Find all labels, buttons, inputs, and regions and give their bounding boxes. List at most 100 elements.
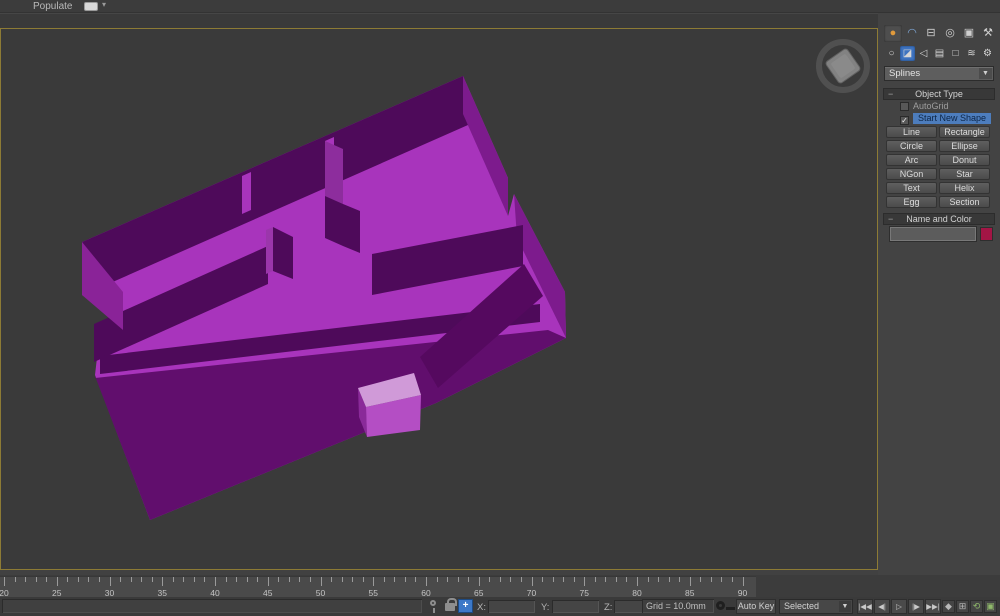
- perspective-viewport[interactable]: [0, 28, 878, 570]
- previous-frame-button[interactable]: ◀|: [874, 599, 890, 614]
- grid-spacing-readout: Grid = 10.0mm: [642, 599, 714, 613]
- zoom-extents-button[interactable]: ⊞: [956, 600, 969, 613]
- ruler-tick: [637, 577, 638, 586]
- selection-lock-icon[interactable]: [445, 598, 457, 611]
- spline-button-text[interactable]: Text: [886, 182, 937, 194]
- spline-button-line[interactable]: Line: [886, 126, 937, 138]
- start-new-shape-button[interactable]: Start New Shape: [913, 113, 992, 124]
- populate-menu-item[interactable]: Populate: [33, 1, 72, 12]
- scene-canvas[interactable]: [1, 29, 877, 569]
- ruler-tick: [67, 577, 69, 582]
- autogrid-row: AutoGrid: [900, 101, 949, 112]
- spline-button-star[interactable]: Star: [939, 168, 990, 180]
- spline-button-ellipse[interactable]: Ellipse: [939, 140, 990, 152]
- chevron-down-icon[interactable]: ▼: [839, 601, 851, 612]
- y-coordinate-label: Y:: [541, 602, 550, 613]
- object-name-input[interactable]: [890, 227, 976, 241]
- ruler-tick: [215, 577, 216, 586]
- spline-button-circle[interactable]: Circle: [886, 140, 937, 152]
- spline-button-section[interactable]: Section: [939, 196, 990, 208]
- key-filter-value: Selected: [784, 601, 820, 611]
- chevron-down-icon[interactable]: ▾: [102, 0, 106, 9]
- spline-button-arc[interactable]: Arc: [886, 154, 937, 166]
- spline-button-rectangle[interactable]: Rectangle: [939, 126, 990, 138]
- viewcube[interactable]: [816, 39, 870, 93]
- ruler-tick: [394, 577, 396, 582]
- x-coordinate-label: X:: [477, 602, 486, 613]
- ruler-tick: [362, 577, 364, 582]
- set-key-icon[interactable]: [716, 601, 735, 610]
- ruler-tick: [573, 577, 575, 582]
- tab-motion[interactable]: ◎: [941, 25, 959, 42]
- ruler-tick: [499, 577, 501, 582]
- category-spacewarps[interactable]: ≋: [964, 46, 979, 61]
- auto-key-button[interactable]: Auto Key: [736, 599, 776, 614]
- ruler-tick: [299, 577, 301, 582]
- ruler-tick: [225, 577, 227, 582]
- spline-button-helix[interactable]: Helix: [939, 182, 990, 194]
- menu-bar: Populate ▾: [0, 0, 1000, 13]
- key-filter-dropdown[interactable]: Selected ▼: [779, 599, 853, 614]
- orbit-button[interactable]: ⟲: [970, 600, 983, 613]
- spline-button-donut[interactable]: Donut: [939, 154, 990, 166]
- ruler-tick: [700, 577, 702, 582]
- ruler-tick: [98, 577, 100, 582]
- category-systems[interactable]: ⚙: [980, 46, 995, 61]
- ruler-tick: [510, 577, 512, 582]
- autogrid-checkbox[interactable]: [900, 102, 909, 111]
- ruler-tick: [373, 577, 375, 586]
- collapse-icon[interactable]: −: [888, 214, 893, 224]
- tab-modify[interactable]: ◠: [903, 25, 921, 42]
- ruler-tick: [162, 577, 164, 586]
- go-to-end-button[interactable]: ▶▶|: [925, 599, 941, 614]
- start-new-shape-checkbox[interactable]: ✓: [900, 116, 909, 125]
- spline-type-value: Splines: [889, 68, 921, 79]
- pin-icon[interactable]: [430, 600, 436, 613]
- key-mode-button[interactable]: ◆: [942, 600, 955, 613]
- time-ruler[interactable]: 20 25 30 35 40 45 50 55 60 65 70 75 80 85 90: [0, 576, 756, 598]
- category-shapes[interactable]: ◪: [900, 46, 915, 61]
- collapse-icon[interactable]: −: [888, 89, 893, 99]
- x-coordinate-field[interactable]: [488, 600, 535, 613]
- ruler-tick: [626, 577, 628, 582]
- chevron-down-icon[interactable]: ▼: [979, 68, 992, 79]
- category-geometry[interactable]: ○: [884, 46, 899, 61]
- absolute-mode-toggle[interactable]: +: [458, 599, 473, 613]
- name-color-rollout-header[interactable]: − Name and Color: [883, 213, 995, 225]
- tab-hierarchy[interactable]: ⊟: [922, 25, 940, 42]
- ruler-tick: [88, 577, 90, 582]
- spline-button-egg[interactable]: Egg: [886, 196, 937, 208]
- y-coordinate-field[interactable]: [552, 600, 599, 613]
- ruler-tick: [120, 577, 122, 582]
- ruler-tick: [309, 577, 311, 582]
- maximize-viewport-button[interactable]: ▣: [984, 600, 997, 613]
- ruler-tick: [731, 577, 733, 582]
- object-type-rollout-header[interactable]: − Object Type: [883, 88, 995, 100]
- object-color-swatch[interactable]: [980, 227, 993, 241]
- ruler-tick: [647, 577, 649, 582]
- ruler-tick: [689, 577, 691, 586]
- ruler-tick: [457, 577, 459, 582]
- ruler-tick: [35, 577, 37, 582]
- category-cameras[interactable]: ▤: [932, 46, 947, 61]
- tab-utilities[interactable]: ⚒: [979, 25, 997, 42]
- play-button[interactable]: ▷: [891, 599, 907, 614]
- ruler-tick: [77, 577, 79, 582]
- spline-button-ngon[interactable]: NGon: [886, 168, 937, 180]
- category-lights[interactable]: ◁: [916, 46, 931, 61]
- category-helpers[interactable]: □: [948, 46, 963, 61]
- prompt-line-input[interactable]: [2, 599, 422, 613]
- ruler-tick: [489, 577, 491, 582]
- ruler-tick: [109, 577, 111, 586]
- ruler-tick: [563, 577, 565, 582]
- ruler-tick: [542, 577, 544, 582]
- tab-display[interactable]: ▣: [960, 25, 978, 42]
- ruler-tick: [130, 577, 132, 582]
- populate-icon[interactable]: [84, 2, 98, 11]
- ruler-tick: [4, 577, 5, 586]
- next-frame-button[interactable]: |▶: [908, 599, 924, 614]
- tab-create[interactable]: ●: [884, 25, 902, 42]
- ruler-tick: [468, 577, 470, 582]
- spline-type-dropdown[interactable]: Splines ▼: [884, 66, 994, 81]
- go-to-start-button[interactable]: |◀◀: [857, 599, 873, 614]
